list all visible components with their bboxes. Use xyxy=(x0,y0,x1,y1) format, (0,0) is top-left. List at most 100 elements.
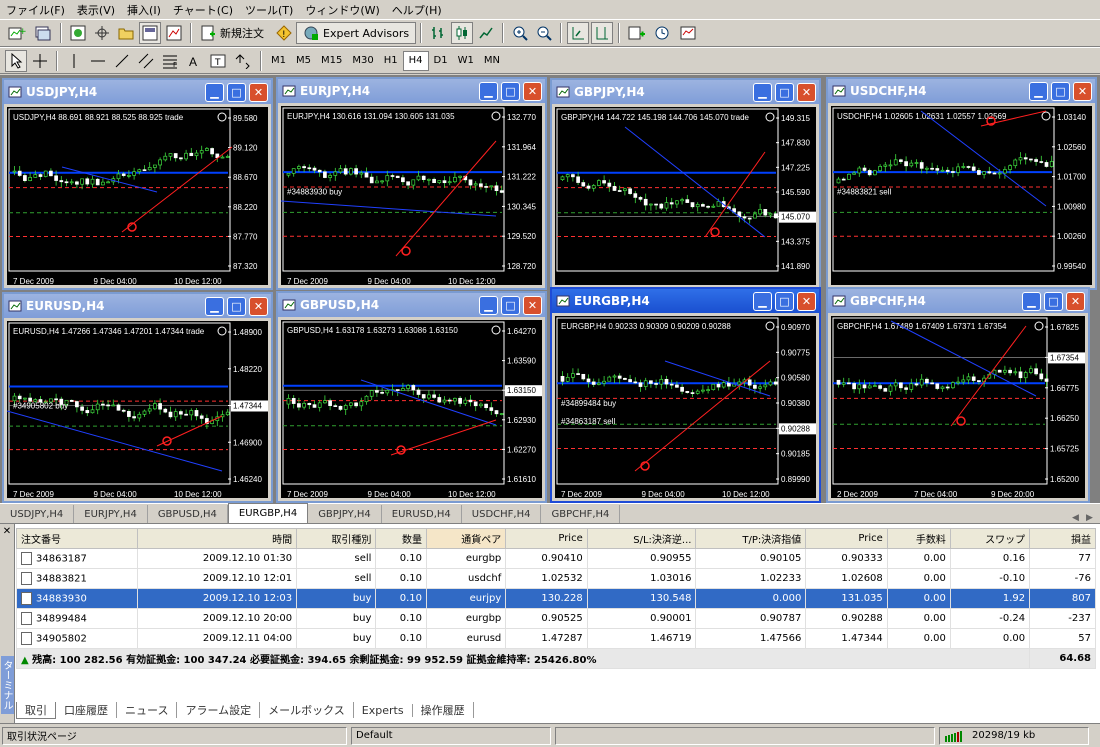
expert-advisors-button[interactable]: Expert Advisors xyxy=(296,22,417,44)
data-window-icon[interactable] xyxy=(91,22,113,44)
indicators-icon[interactable] xyxy=(625,22,649,44)
maximize-button[interactable]: □ xyxy=(227,296,246,316)
chart-window-titlebar[interactable]: USDCHF,H4 ▁ □ ✕ xyxy=(828,79,1095,103)
trendline-icon[interactable] xyxy=(111,50,133,72)
column-header[interactable]: 手数料 xyxy=(886,528,951,549)
terminal-tab[interactable]: 取引 xyxy=(16,701,56,719)
chart-window-titlebar[interactable]: GBPJPY,H4 ▁ □ ✕ xyxy=(552,80,819,104)
order-row[interactable]: 34905802 2009.12.11 04:00 buy 0.10 eurusd 1.4… xyxy=(15,628,1096,649)
maximize-button[interactable]: □ xyxy=(1051,81,1070,101)
new-chart-icon[interactable]: + xyxy=(5,22,29,44)
chart-window-titlebar[interactable]: EURJPY,H4 ▁ □ ✕ xyxy=(278,79,545,103)
chart-tab[interactable]: USDCHF,H4 xyxy=(462,505,542,523)
maximize-button[interactable]: □ xyxy=(1044,291,1063,311)
text-label-icon[interactable]: T xyxy=(207,50,229,72)
chart-canvas[interactable]: 1.67825 1.67354 1.66775 1.66250 1.65725 1.652… xyxy=(831,316,1085,498)
column-header[interactable]: スワップ xyxy=(949,528,1031,549)
chart-tab[interactable]: GBPUSD,H4 xyxy=(148,505,228,523)
close-button[interactable]: ✕ xyxy=(249,82,268,102)
menu-item[interactable]: 挿入(I) xyxy=(121,2,167,18)
timeframe-button-d1[interactable]: D1 xyxy=(429,51,453,71)
navigator-icon[interactable] xyxy=(115,22,137,44)
close-button[interactable]: ✕ xyxy=(797,82,816,102)
timeframe-button-h1[interactable]: H1 xyxy=(379,51,403,71)
chart-canvas[interactable]: 1.03140 1.02560 1.01700 1.00980 1.00260 0.995… xyxy=(831,106,1092,285)
chevron-right-icon[interactable]: ▶ xyxy=(1086,513,1100,523)
menu-item[interactable]: チャート(C) xyxy=(167,2,239,18)
cursor-icon[interactable] xyxy=(5,49,27,72)
minimize-button[interactable]: ▁ xyxy=(1029,81,1048,101)
minimize-button[interactable]: ▁ xyxy=(753,82,772,102)
timeframe-button-mn[interactable]: MN xyxy=(479,51,505,71)
menu-item[interactable]: ファイル(F) xyxy=(0,2,71,18)
close-button[interactable]: ✕ xyxy=(523,295,542,315)
close-icon[interactable]: ✕ xyxy=(0,526,14,537)
maximize-button[interactable]: □ xyxy=(501,81,520,101)
chart-tab[interactable]: EURGBP,H4 xyxy=(227,503,309,523)
crosshair-icon[interactable] xyxy=(29,50,51,72)
close-button[interactable]: ✕ xyxy=(249,296,268,316)
timeframe-button-m1[interactable]: M1 xyxy=(266,51,291,71)
chart-canvas[interactable]: 89.580 89.120 88.670 88.220 87.770 87.320 USDJ… xyxy=(7,107,268,285)
terminal-icon[interactable] xyxy=(139,22,161,44)
fibonacci-icon[interactable]: F xyxy=(159,50,181,72)
minimize-button[interactable]: ▁ xyxy=(205,82,224,102)
metaeditor-icon[interactable]: ! xyxy=(273,22,295,44)
zoom-in-icon[interactable] xyxy=(509,22,531,44)
chevron-left-icon[interactable]: ◀ xyxy=(1072,513,1086,523)
column-header[interactable]: S/L:決済逆... xyxy=(586,528,697,549)
chart-window[interactable]: GBPUSD,H4 ▁ □ ✕ 1.64270 1.63590 1.63150 1.62930… xyxy=(276,291,547,503)
chart-canvas[interactable]: 149.315 147.830 147.225 145.590 145.070 143.3… xyxy=(555,107,816,285)
terminal-tab[interactable]: メールボックス xyxy=(260,702,354,718)
minimize-button[interactable]: ▁ xyxy=(479,81,498,101)
chart-window-titlebar[interactable]: EURUSD,H4 ▁ □ ✕ xyxy=(4,294,271,318)
column-header[interactable]: 注文番号 xyxy=(15,528,139,549)
menu-item[interactable]: ウィンドウ(W) xyxy=(299,2,385,18)
strategy-tester-icon[interactable] xyxy=(163,22,185,44)
maximize-button[interactable]: □ xyxy=(501,295,520,315)
chart-window-titlebar[interactable]: GBPUSD,H4 ▁ □ ✕ xyxy=(278,293,545,317)
chart-window[interactable]: GBPCHF,H4 ▁ □ ✕ 1.67825 1.67354 1.66775 1.66250… xyxy=(826,287,1090,503)
timeframe-button-m5[interactable]: M5 xyxy=(291,51,316,71)
minimize-button[interactable]: ▁ xyxy=(205,296,224,316)
chart-tab[interactable]: USDJPY,H4 xyxy=(0,505,75,523)
market-watch-icon[interactable] xyxy=(67,22,89,44)
close-button[interactable]: ✕ xyxy=(797,291,816,311)
order-row[interactable]: 34863187 2009.12.10 01:30 sell 0.10 eurgbp 0.… xyxy=(15,548,1096,569)
column-header[interactable]: 損益 xyxy=(1029,528,1096,549)
text-icon[interactable]: A xyxy=(183,50,205,72)
order-row[interactable]: 34883821 2009.12.10 12:01 sell 0.10 usdchf 1.… xyxy=(15,568,1096,589)
profiles-icon[interactable] xyxy=(31,22,55,44)
menu-item[interactable]: 表示(V) xyxy=(71,2,121,18)
column-header[interactable]: 通貨ペア xyxy=(426,528,507,549)
minimize-button[interactable]: ▁ xyxy=(753,291,772,311)
maximize-button[interactable]: □ xyxy=(775,82,794,102)
terminal-tab[interactable]: ニュース xyxy=(117,702,178,718)
column-header[interactable]: T/P:決済指値 xyxy=(695,528,807,549)
bar-chart-icon[interactable] xyxy=(427,22,449,44)
column-header[interactable]: Price xyxy=(505,528,588,549)
terminal-tab[interactable]: アラーム設定 xyxy=(177,702,261,718)
zoom-out-icon[interactable] xyxy=(533,22,555,44)
chart-tab[interactable]: EURUSD,H4 xyxy=(382,505,462,523)
column-header[interactable]: 時間 xyxy=(137,528,298,549)
chart-canvas[interactable]: 1.48900 1.48220 1.47344 1.46900 1.46240 EURUS… xyxy=(7,321,268,498)
chart-canvas[interactable]: 1.64270 1.63590 1.63150 1.62930 1.62270 1.616… xyxy=(281,320,542,498)
chart-canvas[interactable]: 132.770 131.964 131.222 130.345 129.520 128.7… xyxy=(281,106,542,285)
chart-window-titlebar[interactable]: USDJPY,H4 ▁ □ ✕ xyxy=(4,80,271,104)
maximize-button[interactable]: □ xyxy=(227,82,246,102)
terminal-tab[interactable]: 操作履歴 xyxy=(413,702,474,718)
chart-window[interactable]: USDJPY,H4 ▁ □ ✕ 89.580 89.120 88.670 88.220 87.7… xyxy=(2,78,273,290)
connection-status[interactable]: 20298/19 kb xyxy=(939,726,1089,745)
chart-window[interactable]: USDCHF,H4 ▁ □ ✕ 1.03140 1.02560 1.01700 1.00980… xyxy=(826,77,1097,290)
chart-tab[interactable]: EURJPY,H4 xyxy=(74,505,148,523)
chart-window[interactable]: GBPJPY,H4 ▁ □ ✕ 149.315 147.830 147.225 145.590… xyxy=(550,78,821,290)
candlestick-icon[interactable] xyxy=(451,22,474,44)
maximize-button[interactable]: □ xyxy=(775,291,794,311)
periods-icon[interactable] xyxy=(651,22,675,44)
column-header[interactable]: 取引種別 xyxy=(296,528,377,549)
timeframe-button-m15[interactable]: M15 xyxy=(316,51,347,71)
chart-tab[interactable]: GBPCHF,H4 xyxy=(541,505,621,523)
chart-window-titlebar[interactable]: GBPCHF,H4 ▁ □ ✕ xyxy=(828,289,1088,313)
chart-window[interactable]: EURUSD,H4 ▁ □ ✕ 1.48900 1.48220 1.47344 1.46900… xyxy=(2,292,273,503)
